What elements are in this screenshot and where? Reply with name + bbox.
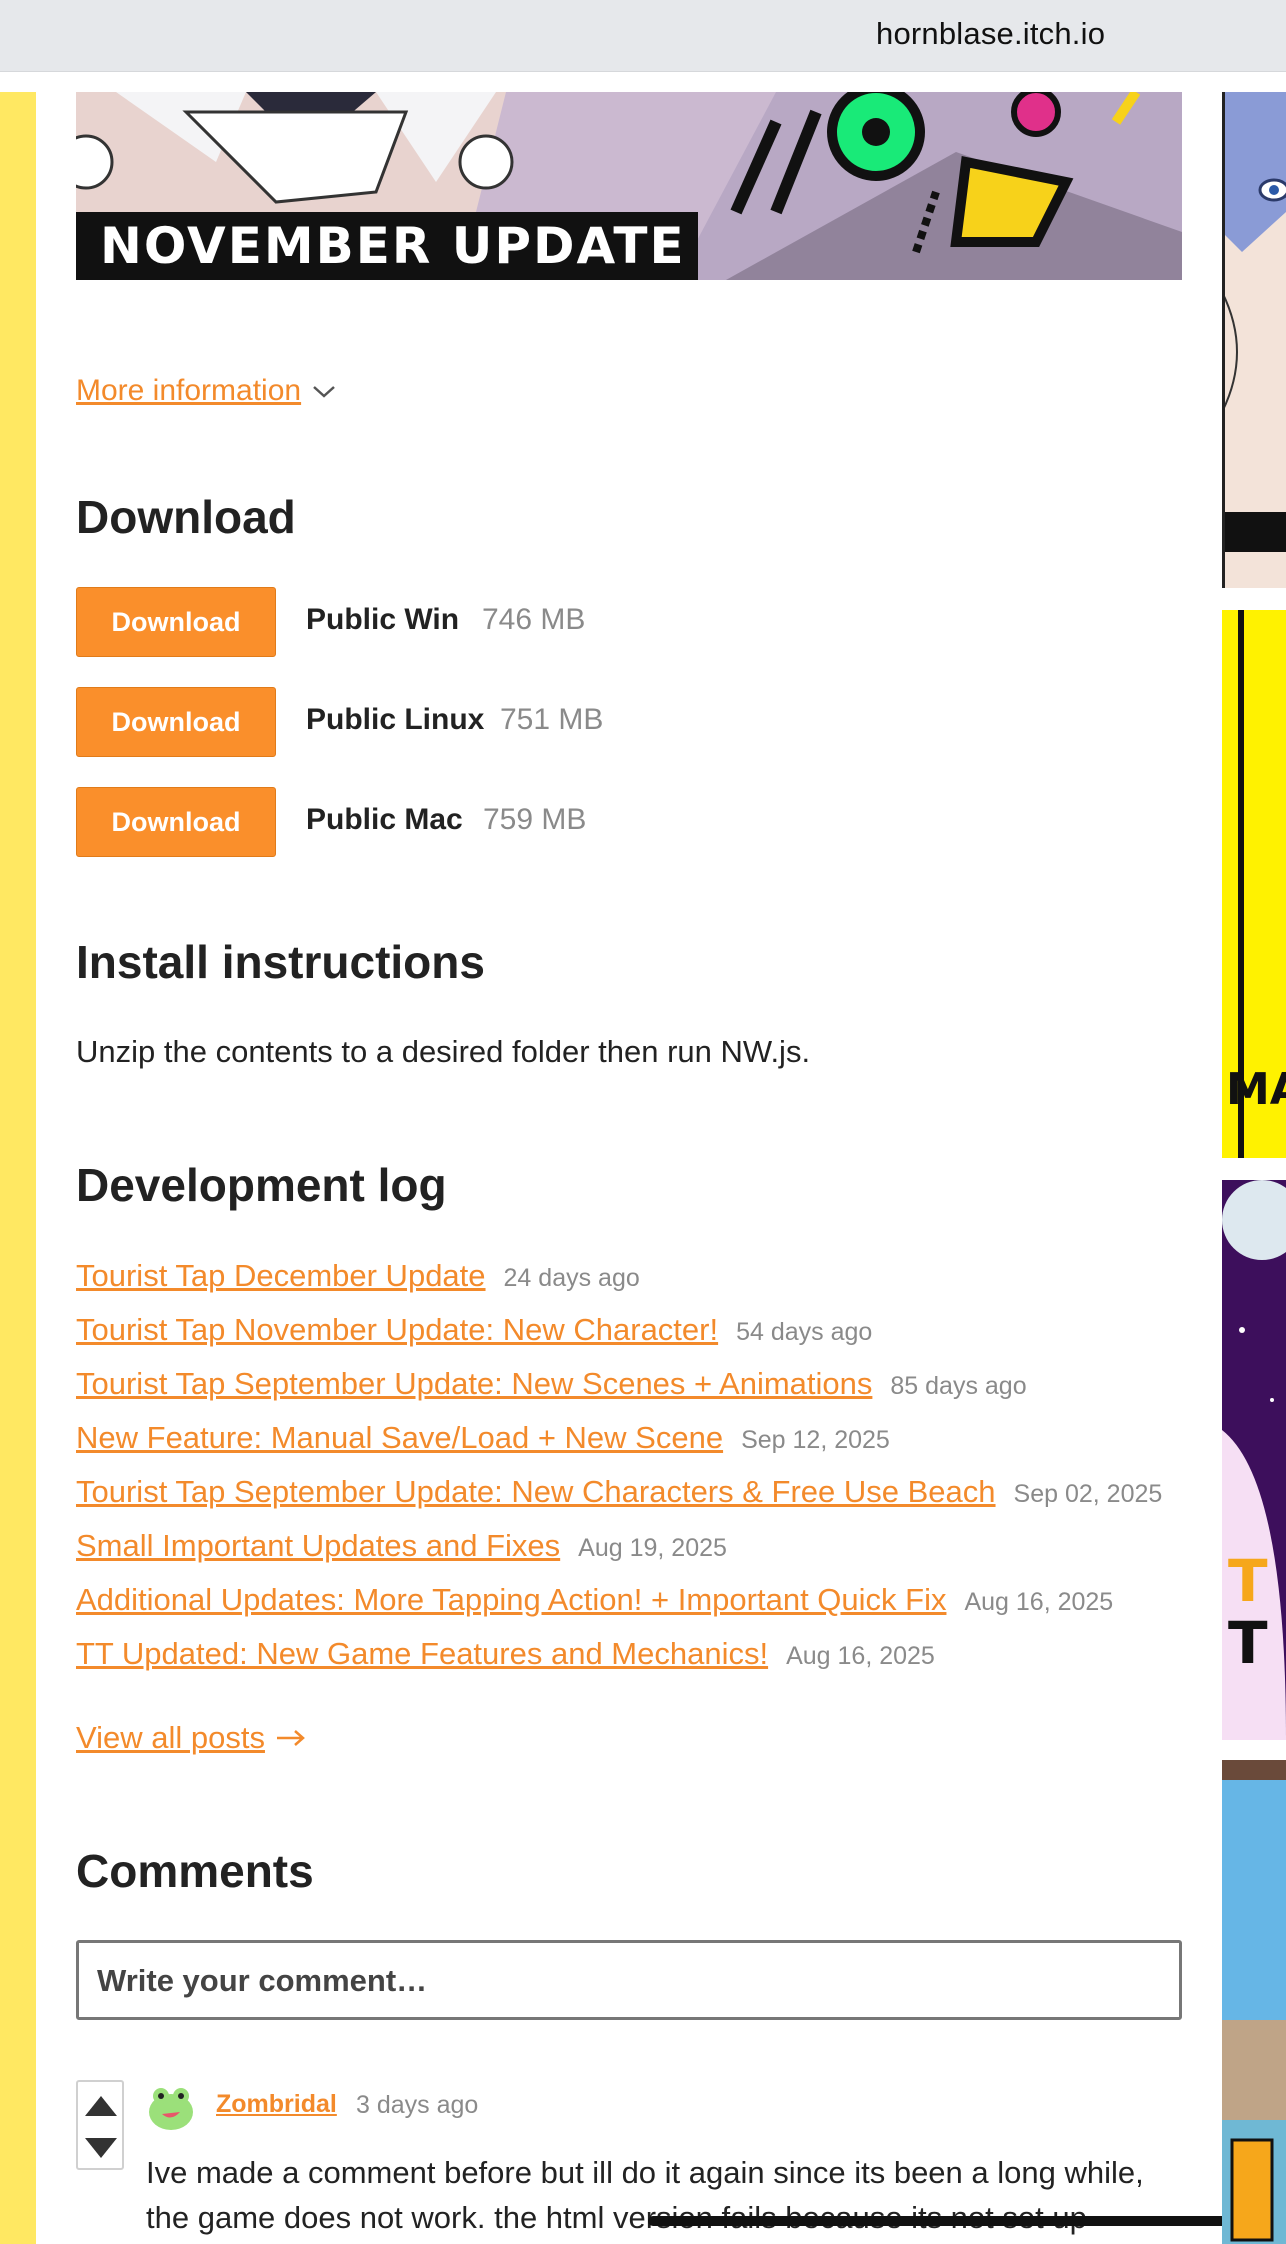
download-button[interactable]: Download (76, 787, 276, 857)
download-file-size: 746 MB (482, 603, 586, 636)
arrow-right-icon[interactable] (275, 1720, 307, 1756)
side-thumbnail[interactable]: T T (1222, 1180, 1286, 1740)
devlog-post-link[interactable]: Tourist Tap November Update: New Charact… (76, 1312, 718, 1347)
download-row: Download Public Win 746 MB (76, 587, 976, 657)
devlog-banner-image: NOVEMBER UPDATE (76, 92, 1182, 280)
devlog-post: Tourist Tap September Update: New Charac… (76, 1474, 1162, 1518)
devlog-post-date: Aug 16, 2025 (964, 1588, 1114, 1616)
devlog-post-date: Sep 02, 2025 (1013, 1480, 1163, 1508)
install-instructions-text: Unzip the contents to a desired folder t… (76, 1034, 811, 1069)
comment-body-line: Ive made a comment before but ill do it … (146, 2155, 1144, 2190)
comments-heading: Comments (76, 1845, 314, 1897)
side-thumbnail[interactable] (1222, 92, 1286, 588)
download-file-name: Public Mac (306, 803, 463, 836)
download-row: Download Public Mac 759 MB (76, 787, 976, 857)
upvote-icon[interactable] (85, 2096, 117, 2116)
side-thumbnail[interactable]: MA (1222, 610, 1286, 1158)
devlog-post: Tourist Tap December Update 24 days ago (76, 1258, 640, 1302)
devlog-post-link[interactable]: Small Important Updates and Fixes (76, 1528, 560, 1563)
comment-body: Ive made a comment before but ill do it … (146, 2150, 1182, 2240)
devlog-post-link[interactable]: Tourist Tap September Update: New Scenes… (76, 1366, 872, 1401)
side-thumbnail[interactable] (1222, 1760, 1286, 2244)
browser-url-bar[interactable]: hornblase.itch.io (0, 0, 1286, 72)
download-heading: Download (76, 491, 296, 543)
url-text[interactable]: hornblase.itch.io (876, 16, 1105, 52)
downvote-icon[interactable] (85, 2138, 117, 2158)
devlog-post: Small Important Updates and Fixes Aug 19,… (76, 1528, 727, 1572)
devlog-post-date: Aug 16, 2025 (786, 1642, 935, 1670)
devlog-post: New Feature: Manual Save/Load + New Scen… (76, 1420, 890, 1464)
devlog-post: TT Updated: New Game Features and Mechan… (76, 1636, 935, 1680)
download-file-name: Public Linux (306, 703, 485, 736)
thumbnail-text-line: T (1228, 1609, 1268, 1677)
devlog-post-date: Sep 12, 2025 (741, 1426, 890, 1454)
comment-vote-widget (76, 2080, 124, 2170)
devlog-post-date: 24 days ago (503, 1264, 640, 1292)
download-button[interactable]: Download (76, 687, 276, 757)
devlog-post-link[interactable]: Tourist Tap December Update (76, 1258, 486, 1293)
more-information-link[interactable]: More information (76, 374, 337, 408)
download-button[interactable]: Download (76, 587, 276, 657)
download-file-name: Public Win (306, 603, 460, 636)
thumbnail-art (1222, 92, 1286, 588)
devlog-post-link[interactable]: New Feature: Manual Save/Load + New Scen… (76, 1420, 723, 1455)
devlog-post-date: Aug 19, 2025 (578, 1534, 727, 1562)
devlog-post-link[interactable]: Additional Updates: More Tapping Action!… (76, 1582, 946, 1617)
download-file-size: 751 MB (500, 703, 604, 736)
thumbnail-text-line: T (1228, 1547, 1268, 1615)
chevron-down-icon[interactable] (311, 374, 337, 408)
devlog-post: Tourist Tap September Update: New Scenes… (76, 1366, 1027, 1410)
avatar[interactable] (146, 2082, 196, 2132)
thumbnail-text: MA (1226, 1064, 1286, 1115)
view-all-posts-label[interactable]: View all posts (76, 1720, 265, 1755)
thumbnail-art (1222, 1760, 1286, 2244)
write-comment-input[interactable]: Write your comment… (76, 1940, 1182, 2020)
download-file-size: 759 MB (483, 803, 587, 836)
download-row: Download Public Linux 751 MB (76, 687, 976, 757)
devlog-post-link[interactable]: TT Updated: New Game Features and Mechan… (76, 1636, 768, 1671)
comment-date: 3 days ago (356, 2091, 479, 2119)
devlog-post: Tourist Tap November Update: New Charact… (76, 1312, 872, 1356)
page-background-strip (0, 92, 36, 2244)
comment-author-link[interactable]: Zombridal (216, 2090, 337, 2119)
home-indicator (648, 2216, 1286, 2226)
banner-caption: NOVEMBER UPDATE (76, 212, 698, 280)
devlog-post-date: 85 days ago (890, 1372, 1027, 1400)
view-all-posts-link[interactable]: View all posts (76, 1720, 307, 1756)
development-log-heading: Development log (76, 1159, 447, 1211)
devlog-post-date: 54 days ago (736, 1318, 873, 1346)
more-information-label[interactable]: More information (76, 374, 301, 407)
devlog-post-link[interactable]: Tourist Tap September Update: New Charac… (76, 1474, 996, 1509)
devlog-post: Additional Updates: More Tapping Action!… (76, 1582, 1113, 1626)
install-instructions-heading: Install instructions (76, 936, 485, 988)
thumbnail-text: T T (1228, 1550, 1268, 1674)
